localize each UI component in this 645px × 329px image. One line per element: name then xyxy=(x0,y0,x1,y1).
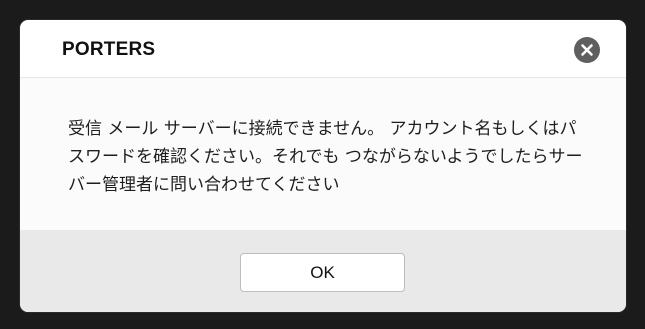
close-button[interactable] xyxy=(574,37,600,63)
dialog-footer: OK xyxy=(20,230,626,312)
dialog-title: PORTERS xyxy=(62,39,156,60)
dialog-body: 受信 メール サーバーに接続できません。 アカウント名もしくはパスワードを確認く… xyxy=(20,78,626,230)
dialog-header: PORTERS xyxy=(20,20,626,78)
close-icon xyxy=(581,44,593,56)
dialog-message: 受信 メール サーバーに接続できません。 アカウント名もしくはパスワードを確認く… xyxy=(68,119,583,195)
error-dialog: PORTERS 受信 メール サーバーに接続できません。 アカウント名もしくはパ… xyxy=(20,20,626,312)
ok-button[interactable]: OK xyxy=(240,253,405,292)
